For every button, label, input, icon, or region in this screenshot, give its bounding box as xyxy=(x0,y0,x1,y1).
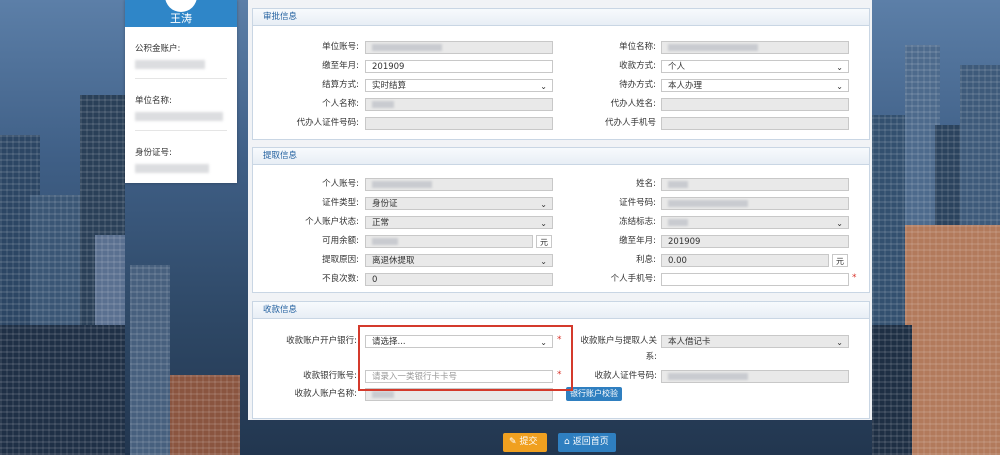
freeze-select[interactable]: ⌄ xyxy=(661,216,849,229)
main-form: 审批信息 单位账号: 单位名称: 缴至年月: 201909 收款方式: 个人 ⌄ … xyxy=(248,0,872,420)
required-mark: * xyxy=(852,273,857,283)
section-title: 提取信息 xyxy=(253,148,869,165)
select-value: 身份证 xyxy=(372,199,398,209)
reason-label: 提取原因: xyxy=(322,255,359,265)
section-title: 收款信息 xyxy=(253,302,869,319)
paid-until-label: 缴至年月: xyxy=(619,236,656,246)
chevron-down-icon: ⌄ xyxy=(836,63,843,72)
unit-name-label: 单位名称: xyxy=(619,42,656,52)
home-button[interactable]: ⌂ 返回首页 xyxy=(558,433,616,452)
select-value: 个人 xyxy=(668,62,686,72)
section-title: 审批信息 xyxy=(253,9,869,26)
user-field-label: 身份证号: xyxy=(135,148,172,158)
highlight-box xyxy=(358,325,573,391)
withdraw-panel: 提取信息 个人账号: 姓名: 证件类型: 身份证 ⌄ 证件号码: 个人账户状态: … xyxy=(252,147,870,293)
approval-panel: 审批信息 单位账号: 单位名称: 缴至年月: 201909 收款方式: 个人 ⌄ … xyxy=(252,8,870,140)
chevron-down-icon: ⌄ xyxy=(540,219,547,228)
agent-name-label: 代办人姓名: xyxy=(610,99,656,109)
person-name-label: 个人名称: xyxy=(322,99,359,109)
home-icon: ⌂ xyxy=(564,437,570,447)
unit-account-label: 单位账号: xyxy=(322,42,359,52)
select-value: 本人办理 xyxy=(668,81,703,91)
user-name: 王涛 xyxy=(170,12,192,25)
interest-field: 0.00 xyxy=(661,254,829,267)
redacted-value xyxy=(135,112,223,121)
bad-count-label: 不良次数: xyxy=(322,274,359,284)
chevron-down-icon: ⌄ xyxy=(836,82,843,91)
edit-icon: ✎ xyxy=(509,437,517,447)
chevron-down-icon: ⌄ xyxy=(540,82,547,91)
person-name-field xyxy=(365,98,553,111)
phone-input[interactable] xyxy=(661,273,849,286)
redacted-value xyxy=(135,60,205,69)
agent-id-label: 代办人证件号码: xyxy=(296,118,359,128)
id-no-field xyxy=(661,197,849,210)
user-header: 王涛 xyxy=(125,0,237,27)
redacted-value xyxy=(135,164,209,173)
user-field-label: 公积金账户: xyxy=(135,44,181,54)
settle-select[interactable]: 实时结算 ⌄ xyxy=(365,79,553,92)
user-card: 王涛 公积金账户: 单位名称: 身份证号: xyxy=(125,0,237,183)
user-field-label: 单位名称: xyxy=(135,96,172,106)
chevron-down-icon: ⌄ xyxy=(836,338,843,347)
receiver-id-label: 收款人证件号码: xyxy=(594,371,657,381)
balance-label: 可用余额: xyxy=(322,236,359,246)
agent-phone-label: 代办人手机号 xyxy=(604,118,656,128)
freeze-label: 冻结标志: xyxy=(619,217,656,227)
select-value: 离退休提取 xyxy=(372,256,415,266)
paid-until-field: 201909 xyxy=(661,235,849,248)
bad-count-field: 0 xyxy=(365,273,553,286)
person-account-label: 个人账号: xyxy=(322,179,359,189)
pay-method-select[interactable]: 个人 ⌄ xyxy=(661,60,849,73)
relation-label: 收款账户与提取人关 xyxy=(580,336,657,346)
home-label: 返回首页 xyxy=(572,437,609,447)
user-field-account: 公积金账户: xyxy=(125,42,237,79)
status-select[interactable]: 正常 ⌄ xyxy=(365,216,553,229)
id-type-label: 证件类型: xyxy=(322,198,359,208)
unit-yuan: 元 xyxy=(536,235,552,248)
receiver-id-field xyxy=(661,370,849,383)
chevron-down-icon: ⌄ xyxy=(540,257,547,266)
bank-account-label: 收款银行账号: xyxy=(303,371,357,381)
divider xyxy=(135,130,227,131)
select-value: 正常 xyxy=(372,218,390,228)
receive-panel: 收款信息 收款账户开户银行: 请选择... ⌄ * 收款账户与提取人关 系: 本人… xyxy=(252,301,870,419)
unit-name-field xyxy=(661,41,849,54)
agent-phone-field[interactable] xyxy=(661,117,849,130)
agent-id-field[interactable] xyxy=(365,117,553,130)
handle-select[interactable]: 本人办理 ⌄ xyxy=(661,79,849,92)
unit-yuan: 元 xyxy=(832,254,848,267)
verify-bank-account-button[interactable]: 银行账户校验 xyxy=(566,387,622,401)
chevron-down-icon: ⌄ xyxy=(836,219,843,228)
phone-label: 个人手机号: xyxy=(610,274,656,284)
balance-field xyxy=(365,235,533,248)
reason-select[interactable]: 离退休提取 ⌄ xyxy=(365,254,553,267)
name-field xyxy=(661,178,849,191)
interest-label: 利息: xyxy=(636,255,656,265)
paid-until-label: 缴至年月: xyxy=(322,61,359,71)
divider xyxy=(135,78,227,79)
agent-name-field[interactable] xyxy=(661,98,849,111)
bank-label: 收款账户开户银行: xyxy=(286,336,357,346)
user-field-id: 身份证号: xyxy=(125,146,237,173)
id-no-label: 证件号码: xyxy=(619,198,656,208)
receiver-name-label: 收款人账户名称: xyxy=(294,389,357,399)
id-type-select[interactable]: 身份证 ⌄ xyxy=(365,197,553,210)
relation-select[interactable]: 本人借记卡 ⌄ xyxy=(661,335,849,348)
name-label: 姓名: xyxy=(636,179,656,189)
select-value: 实时结算 xyxy=(372,81,407,91)
relation-label-cont: 系: xyxy=(645,352,657,362)
pay-method-label: 收款方式: xyxy=(619,61,656,71)
submit-label: 提交 xyxy=(519,437,538,447)
submit-button[interactable]: ✎ 提交 xyxy=(503,433,547,452)
settle-label: 结算方式: xyxy=(322,80,359,90)
person-account-field xyxy=(365,178,553,191)
select-value: 本人借记卡 xyxy=(668,337,711,347)
paid-until-field: 201909 xyxy=(365,60,553,73)
unit-account-field xyxy=(365,41,553,54)
handle-label: 待办方式: xyxy=(619,80,656,90)
chevron-down-icon: ⌄ xyxy=(540,200,547,209)
user-field-unit: 单位名称: xyxy=(125,94,237,131)
status-label: 个人账户状态: xyxy=(305,217,359,227)
